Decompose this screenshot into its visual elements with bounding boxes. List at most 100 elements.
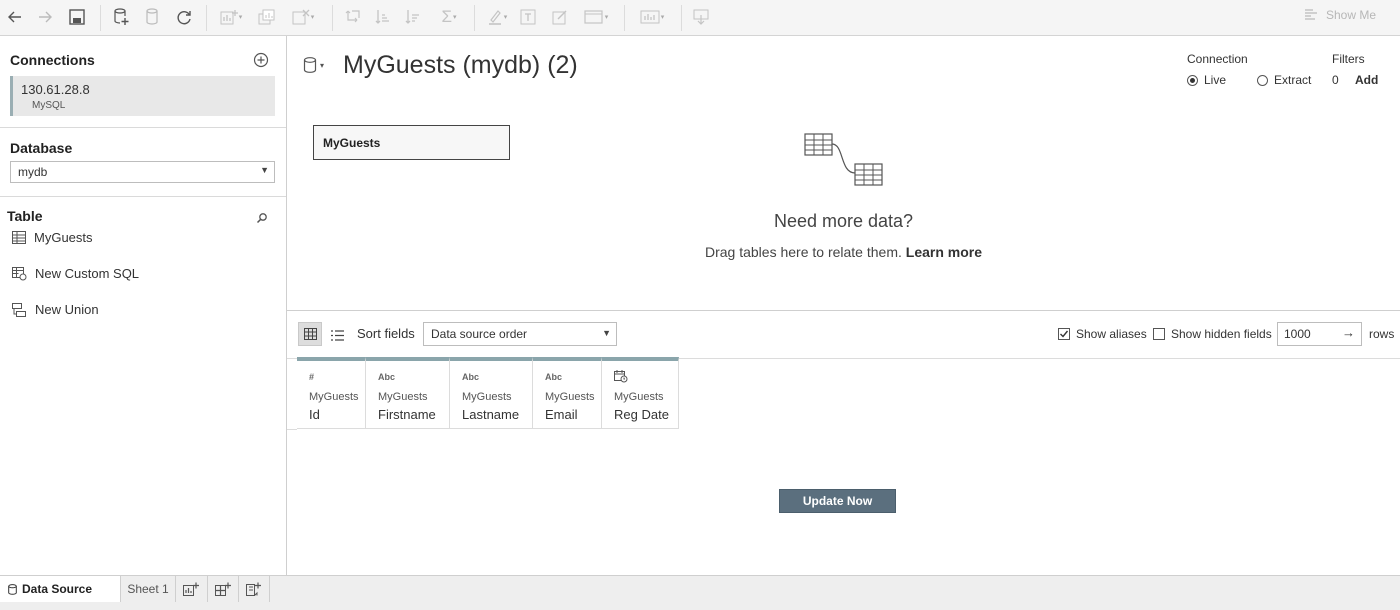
column-name: Email: [545, 407, 578, 422]
database-select[interactable]: mydb ▼: [10, 161, 275, 183]
new-worksheet-icon[interactable]: ▾: [218, 6, 244, 28]
connection-extract-radio[interactable]: Extract: [1257, 73, 1311, 87]
show-labels-icon[interactable]: ▾: [635, 6, 669, 28]
divider: [0, 196, 286, 197]
database-value: mydb: [18, 165, 48, 179]
new-story-tab-button[interactable]: [238, 576, 270, 602]
sort-fields-select[interactable]: Data source order ▼: [423, 322, 617, 346]
connection-type: MySQL: [32, 100, 66, 111]
sort-fields-value: Data source order: [431, 327, 528, 341]
new-worksheet-tab-button[interactable]: [175, 576, 208, 602]
new-story-icon: [245, 582, 261, 596]
arrow-right-icon[interactable]: →: [1342, 325, 1355, 340]
totals-icon[interactable]: Σ ▾: [436, 6, 462, 28]
show-aliases-checkbox[interactable]: Show aliases: [1058, 327, 1147, 341]
grid-toolbar: Sort fields Data source order ▼ Show ali…: [287, 310, 1400, 359]
swap-icon[interactable]: [343, 6, 363, 28]
chevron-down-icon: ▼: [602, 328, 611, 338]
show-me-button[interactable]: Show Me: [1304, 8, 1376, 22]
tab-sheet-1[interactable]: Sheet 1: [121, 576, 176, 602]
label-icon[interactable]: [518, 6, 538, 28]
toolbar: ▾ ▾ Σ ▾ ▾ ▾ ▾ Show Me: [0, 0, 1400, 36]
sidebar-item-custom-sql[interactable]: New Custom SQL: [12, 266, 139, 281]
column-source: MyGuests: [378, 391, 428, 403]
table-title: Table: [7, 208, 43, 224]
table-box-myguests[interactable]: MyGuests: [313, 125, 510, 160]
connection-item[interactable]: 130.61.28.8 MySQL: [10, 76, 275, 116]
extract-label: Extract: [1274, 73, 1312, 87]
checkbox-checked-icon[interactable]: [1058, 328, 1070, 340]
new-worksheet-icon: [183, 582, 199, 596]
clear-sheet-icon[interactable]: ▾: [288, 6, 318, 28]
date-time-type-icon[interactable]: [614, 370, 628, 385]
search-icon: [256, 213, 267, 224]
number-type-icon[interactable]: #: [309, 372, 314, 382]
toolbar-divider: [681, 5, 682, 31]
sidebar-item-myguests[interactable]: MyGuests: [12, 230, 93, 245]
learn-more-link[interactable]: Learn more: [906, 244, 982, 260]
toolbar-divider: [474, 5, 475, 31]
highlight-icon[interactable]: ▾: [484, 6, 510, 28]
sort-descending-icon[interactable]: [403, 6, 423, 28]
string-type-icon[interactable]: Abc: [462, 372, 479, 382]
column-name: Id: [309, 407, 320, 422]
radio-live[interactable]: [1187, 74, 1198, 86]
column-header-firstname[interactable]: Abc MyGuests Firstname: [366, 357, 450, 429]
back-icon[interactable]: [6, 6, 24, 28]
grid-line: [287, 429, 297, 430]
filters-count: 0: [1332, 73, 1339, 87]
fit-icon[interactable]: ▾: [580, 6, 612, 28]
download-icon[interactable]: [691, 6, 711, 28]
grid-view-button[interactable]: [298, 322, 322, 346]
column-header-email[interactable]: Abc MyGuests Email: [533, 357, 602, 429]
column-source: MyGuests: [614, 391, 664, 403]
column-source: MyGuests: [309, 391, 359, 403]
string-type-icon[interactable]: Abc: [378, 372, 395, 382]
update-now-button[interactable]: Update Now: [779, 489, 896, 513]
union-icon: [12, 302, 26, 317]
sheet-tabs-bar: Data Source Sheet 1: [0, 575, 1400, 610]
sort-ascending-icon[interactable]: [373, 6, 393, 28]
add-connection-button[interactable]: [253, 52, 269, 73]
column-name: Reg Date: [614, 407, 669, 422]
forward-icon[interactable]: [36, 6, 54, 28]
connections-title: Connections: [10, 52, 95, 68]
refresh-icon[interactable]: [174, 6, 194, 28]
string-type-icon[interactable]: Abc: [545, 372, 562, 382]
sidebar-item-label: New Union: [35, 302, 99, 317]
column-header-id[interactable]: # MyGuests Id: [297, 357, 366, 429]
connection-label: Connection: [1187, 52, 1248, 66]
data-source-menu[interactable]: ▾: [303, 56, 324, 74]
radio-extract[interactable]: [1257, 74, 1268, 86]
show-hidden-fields-checkbox[interactable]: Show hidden fields: [1153, 327, 1272, 341]
need-more-data-text: Drag tables here to relate them. Learn m…: [287, 244, 1400, 260]
need-more-data-description: Drag tables here to relate them.: [704, 244, 902, 260]
database-title: Database: [10, 140, 73, 156]
page-title[interactable]: MyGuests (mydb) (2): [343, 51, 578, 80]
format-icon[interactable]: [550, 6, 570, 28]
sidebar-item-union[interactable]: New Union: [12, 302, 99, 317]
list-view-button[interactable]: [331, 328, 344, 346]
refresh-data-source-icon[interactable]: [143, 6, 161, 28]
connection-host: 130.61.28.8: [21, 82, 90, 97]
list-icon: [331, 330, 344, 341]
chevron-down-icon: ▾: [320, 60, 325, 70]
filters-add-link[interactable]: Add: [1355, 73, 1378, 87]
database-icon: [303, 57, 317, 73]
rows-input[interactable]: 1000 →: [1277, 322, 1362, 346]
table-search-button[interactable]: [256, 211, 268, 229]
show-aliases-label: Show aliases: [1076, 327, 1147, 341]
duplicate-icon[interactable]: [256, 6, 278, 28]
save-icon[interactable]: [67, 6, 87, 28]
column-header-lastname[interactable]: Abc MyGuests Lastname: [450, 357, 533, 429]
show-me-icon: [1305, 9, 1317, 20]
checkbox-unchecked-icon[interactable]: [1153, 328, 1165, 340]
sidebar: Connections 130.61.28.8 MySQL Database m…: [0, 36, 287, 575]
connection-live-radio[interactable]: Live: [1187, 73, 1226, 87]
column-header-reg-date[interactable]: MyGuests Reg Date: [602, 357, 679, 429]
new-data-source-icon[interactable]: [111, 6, 131, 28]
new-dashboard-icon: [214, 582, 231, 596]
new-dashboard-tab-button[interactable]: [207, 576, 239, 602]
column-source: MyGuests: [462, 391, 512, 403]
tab-data-source[interactable]: Data Source: [0, 576, 121, 602]
